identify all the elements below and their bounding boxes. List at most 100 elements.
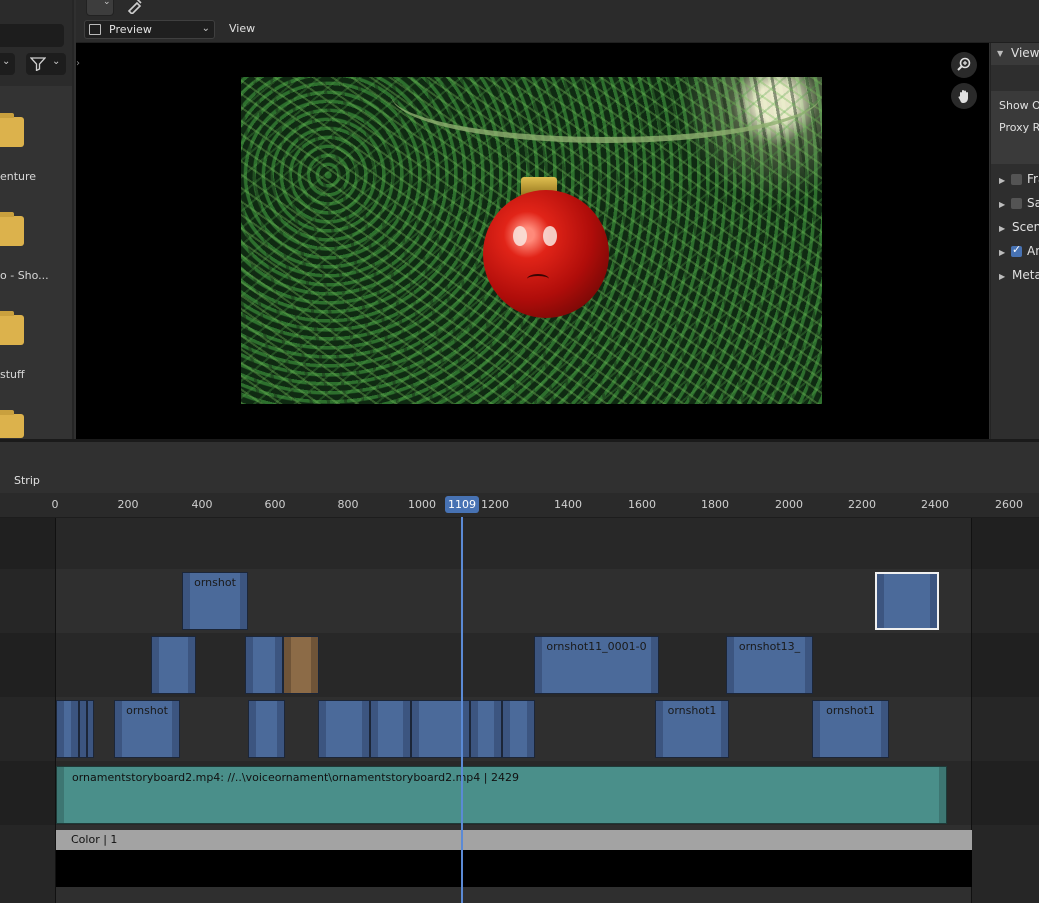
triangle-right-icon[interactable]: ▶ <box>999 224 1005 233</box>
chevron-down-icon: ⌄ <box>52 56 61 67</box>
sidebar-panel-title: View <box>1011 46 1039 60</box>
movie-strip[interactable] <box>248 700 285 758</box>
sidebar-subpanel-safe-areas[interactable]: Sa <box>1027 196 1039 210</box>
movie-strip[interactable]: ornshot1 <box>655 700 729 758</box>
file-browser-panel: ⌄ ⌄ enture o - Sho... stuff <box>0 0 74 440</box>
ruler-tick: 400 <box>191 498 213 511</box>
selected-movie-strip[interactable] <box>875 572 939 630</box>
ruler-tick: 2200 <box>848 498 876 511</box>
strip-label: ornshot1 <box>667 704 717 717</box>
view-type-dropdown[interactable]: Preview ⌄ <box>84 20 215 39</box>
ornament-mouth <box>527 274 549 284</box>
movie-strip[interactable] <box>502 700 535 758</box>
frame-overlay-checkbox[interactable] <box>1011 174 1022 185</box>
view-menu[interactable]: View <box>229 22 255 35</box>
triangle-right-icon[interactable]: ▶ <box>999 200 1005 209</box>
ruler-tick: 1600 <box>628 498 656 511</box>
ruler-tick: 1400 <box>554 498 582 511</box>
image-icon <box>89 24 101 35</box>
proxy-render-size-label: Proxy Re <box>999 121 1039 134</box>
strip-menu[interactable]: Strip <box>14 474 40 487</box>
frame-ruler[interactable]: 0 200 400 600 800 1000 1200 1400 1600 18… <box>0 493 1039 518</box>
folder-icon[interactable] <box>0 113 24 147</box>
triangle-right-icon[interactable]: ▶ <box>999 176 1005 185</box>
file-browser-filter-button[interactable]: ⌄ <box>26 53 66 75</box>
playhead-line[interactable] <box>461 517 463 903</box>
image-strip[interactable] <box>283 636 319 694</box>
strip-label: ornshot <box>194 576 236 589</box>
file-browser-search-input[interactable] <box>0 24 64 47</box>
ruler-tick: 1200 <box>481 498 509 511</box>
annotations-checkbox[interactable] <box>1011 243 1022 257</box>
movie-strip[interactable] <box>79 700 87 758</box>
ruler-tick: 2000 <box>775 498 803 511</box>
sequencer-timeline[interactable]: 0 200 400 600 800 1000 1200 1400 1600 18… <box>0 493 1039 903</box>
chevron-down-icon: ⌄ <box>103 0 111 7</box>
movie-strip[interactable] <box>370 700 411 758</box>
folder-icon[interactable] <box>0 410 24 438</box>
movie-strip[interactable]: ornshot11_0001-0 <box>534 636 659 694</box>
show-overexposed-label: Show Ov <box>999 99 1039 112</box>
ruler-tick: 1800 <box>701 498 729 511</box>
editor-type-button[interactable]: ⌄ <box>86 0 114 16</box>
movie-strip[interactable]: ornshot <box>114 700 180 758</box>
triangle-right-icon[interactable]: ▶ <box>999 248 1005 257</box>
triangle-down-icon: ▼ <box>997 49 1004 58</box>
movie-strip[interactable] <box>470 700 502 758</box>
triangle-right-icon[interactable]: ▶ <box>999 272 1005 281</box>
movie-strip[interactable] <box>245 636 283 694</box>
file-browser-item-label[interactable]: stuff <box>0 368 25 381</box>
sidebar-subpanel-metadata[interactable]: Meta <box>1012 268 1039 282</box>
ruler-tick: 600 <box>264 498 286 511</box>
zoom-view-button[interactable] <box>951 52 977 78</box>
movie-strip[interactable] <box>87 700 94 758</box>
folder-icon[interactable] <box>0 311 24 345</box>
movie-strip[interactable]: ornshot13_ <box>726 636 813 694</box>
sidebar-panel-view-header[interactable]: ▼ View <box>991 43 1039 65</box>
movie-strip[interactable]: ornshot <box>182 572 248 630</box>
movie-strip[interactable] <box>318 700 370 758</box>
chevron-right-icon[interactable]: › <box>76 58 80 69</box>
color-strip-body[interactable] <box>56 850 972 887</box>
file-browser-header: ⌄ ⌄ <box>0 0 72 86</box>
out-of-range-overlay <box>0 517 56 903</box>
strip-label: Color | 1 <box>71 833 118 846</box>
safe-areas-checkbox[interactable] <box>1011 198 1022 209</box>
movie-strip[interactable] <box>56 700 79 758</box>
preview-image <box>241 77 822 404</box>
strip-label: ornshot13_ <box>738 640 801 653</box>
out-of-range-overlay <box>972 517 1039 903</box>
sound-strip[interactable]: ornamentstoryboard2.mp4: //..\voiceornam… <box>56 766 947 824</box>
filter-icon <box>30 57 46 71</box>
sample-tool-icon[interactable] <box>126 0 144 14</box>
movie-strip[interactable] <box>151 636 196 694</box>
file-browser-sort-dropdown[interactable]: ⌄ <box>0 53 15 75</box>
ruler-tick: 0 <box>51 498 59 511</box>
ruler-tick: 800 <box>337 498 359 511</box>
file-browser-item-label[interactable]: o - Sho... <box>0 269 49 282</box>
ornament-eye <box>513 226 527 246</box>
zoom-in-icon <box>957 57 971 71</box>
ruler-tick: 1000 <box>408 498 436 511</box>
preview-header: ⌄ Preview ⌄ View <box>76 0 1039 43</box>
sidebar-view-settings: Show Ov Proxy Re <box>991 91 1039 164</box>
sidebar-subpanel-scene-strip[interactable]: Scen <box>1012 220 1039 234</box>
strip-label: ornshot1 <box>826 704 875 717</box>
chevron-down-icon: ⌄ <box>2 56 11 67</box>
pan-view-button[interactable] <box>951 83 977 109</box>
color-strip[interactable]: Color | 1 <box>56 830 972 850</box>
movie-strip[interactable]: ornshot1 <box>812 700 889 758</box>
ornament <box>483 190 609 318</box>
sequencer-header <box>0 442 1039 492</box>
channel-6[interactable] <box>0 517 1039 569</box>
ruler-tick: 2400 <box>921 498 949 511</box>
chevron-down-icon: ⌄ <box>201 23 210 34</box>
ornament-eye <box>543 226 557 246</box>
file-browser-item-label[interactable]: enture <box>0 170 36 183</box>
ruler-tick: 2600 <box>995 498 1023 511</box>
folder-icon[interactable] <box>0 212 24 246</box>
strip-label: ornshot11_0001-0 <box>546 640 647 653</box>
sidebar-subpanel-annotations[interactable]: An <box>1027 244 1039 258</box>
sidebar-subpanel-frame-overlay[interactable]: Fra <box>1027 172 1039 186</box>
current-frame-indicator[interactable]: 1109 <box>445 496 479 513</box>
